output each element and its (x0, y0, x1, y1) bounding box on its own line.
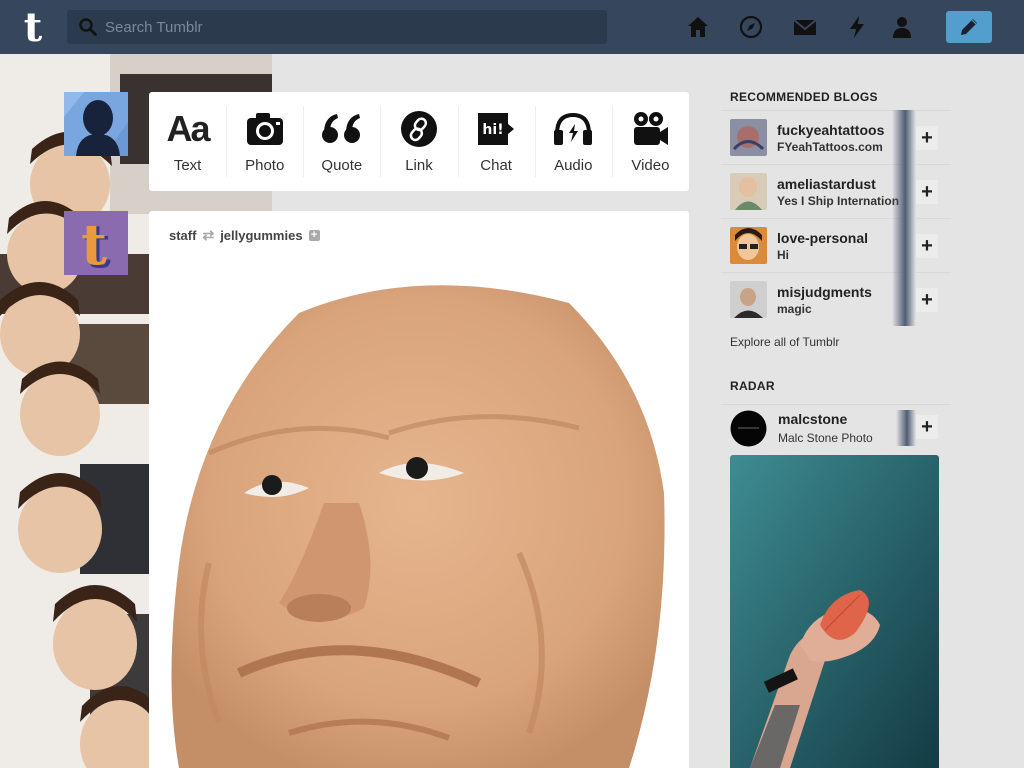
top-bar: t (0, 0, 1024, 54)
user-avatar[interactable] (64, 92, 128, 156)
blog-avatar (730, 227, 767, 264)
chat-icon: hi! (478, 113, 515, 145)
post-type-bar: Aa Text Photo Quote Link hi! Chat Audio … (149, 92, 689, 191)
blog-avatar (730, 281, 767, 318)
follow-button[interactable]: + (916, 180, 938, 204)
radar-photo[interactable] (730, 455, 939, 768)
radar-blog-avatar (730, 410, 767, 447)
follow-button[interactable]: + (916, 234, 938, 258)
dashboard-post: staff ⇄ jellygummies + (149, 211, 689, 768)
search-input[interactable] (105, 18, 585, 36)
svg-text:t: t (81, 212, 107, 275)
explore-link[interactable]: Explore all of Tumblr (730, 335, 839, 349)
post-type-photo[interactable]: Photo (226, 92, 303, 191)
follow-button[interactable]: + (916, 288, 938, 312)
post-type-video[interactable]: Video (611, 92, 689, 191)
name-fade (896, 410, 916, 446)
tumblr-logo-icon[interactable]: t (14, 8, 52, 46)
staff-avatar[interactable]: t t (64, 211, 128, 275)
activity-icon[interactable] (845, 15, 869, 39)
explore-icon[interactable] (739, 15, 763, 39)
compose-button[interactable] (946, 11, 992, 43)
reblog-icon: ⇄ (202, 227, 215, 243)
home-icon[interactable] (686, 15, 710, 39)
default-avatar-icon (64, 92, 128, 156)
follow-button[interactable]: + (916, 126, 938, 150)
radar-heading: RADAR (730, 379, 775, 393)
search-bar[interactable] (67, 10, 607, 44)
account-icon[interactable] (890, 15, 914, 39)
quote-icon (321, 114, 360, 143)
reblog-source-link[interactable]: jellygummies (220, 228, 302, 243)
post-type-chat[interactable]: hi! Chat (457, 92, 535, 191)
blog-avatar (730, 119, 767, 156)
headphones-icon (554, 112, 593, 145)
inbox-icon[interactable] (793, 15, 817, 39)
follow-button[interactable]: + (916, 415, 938, 439)
compose-icon (961, 19, 977, 35)
post-author-link[interactable]: staff (169, 228, 196, 243)
follow-plus-icon[interactable]: + (308, 230, 320, 241)
radar-photo-image (730, 455, 939, 768)
name-fade (892, 110, 916, 326)
staff-logo-icon: t t (64, 211, 128, 275)
link-icon (400, 111, 437, 147)
search-icon (79, 18, 97, 36)
post-type-link[interactable]: Link (380, 92, 457, 191)
post-type-text[interactable]: Aa Text (149, 92, 226, 191)
svg-text:hi!: hi! (483, 122, 504, 138)
video-camera-icon (634, 112, 669, 145)
post-photo[interactable] (149, 263, 689, 768)
text-icon: Aa (166, 108, 211, 149)
recommended-blogs-heading: RECOMMENDED BLOGS (730, 90, 878, 104)
post-type-quote[interactable]: Quote (303, 92, 380, 191)
blog-avatar (730, 173, 767, 210)
post-type-audio[interactable]: Audio (534, 92, 612, 191)
svg-text:t: t (24, 8, 43, 46)
camera-icon (246, 113, 283, 145)
post-header: staff ⇄ jellygummies + (169, 227, 320, 244)
